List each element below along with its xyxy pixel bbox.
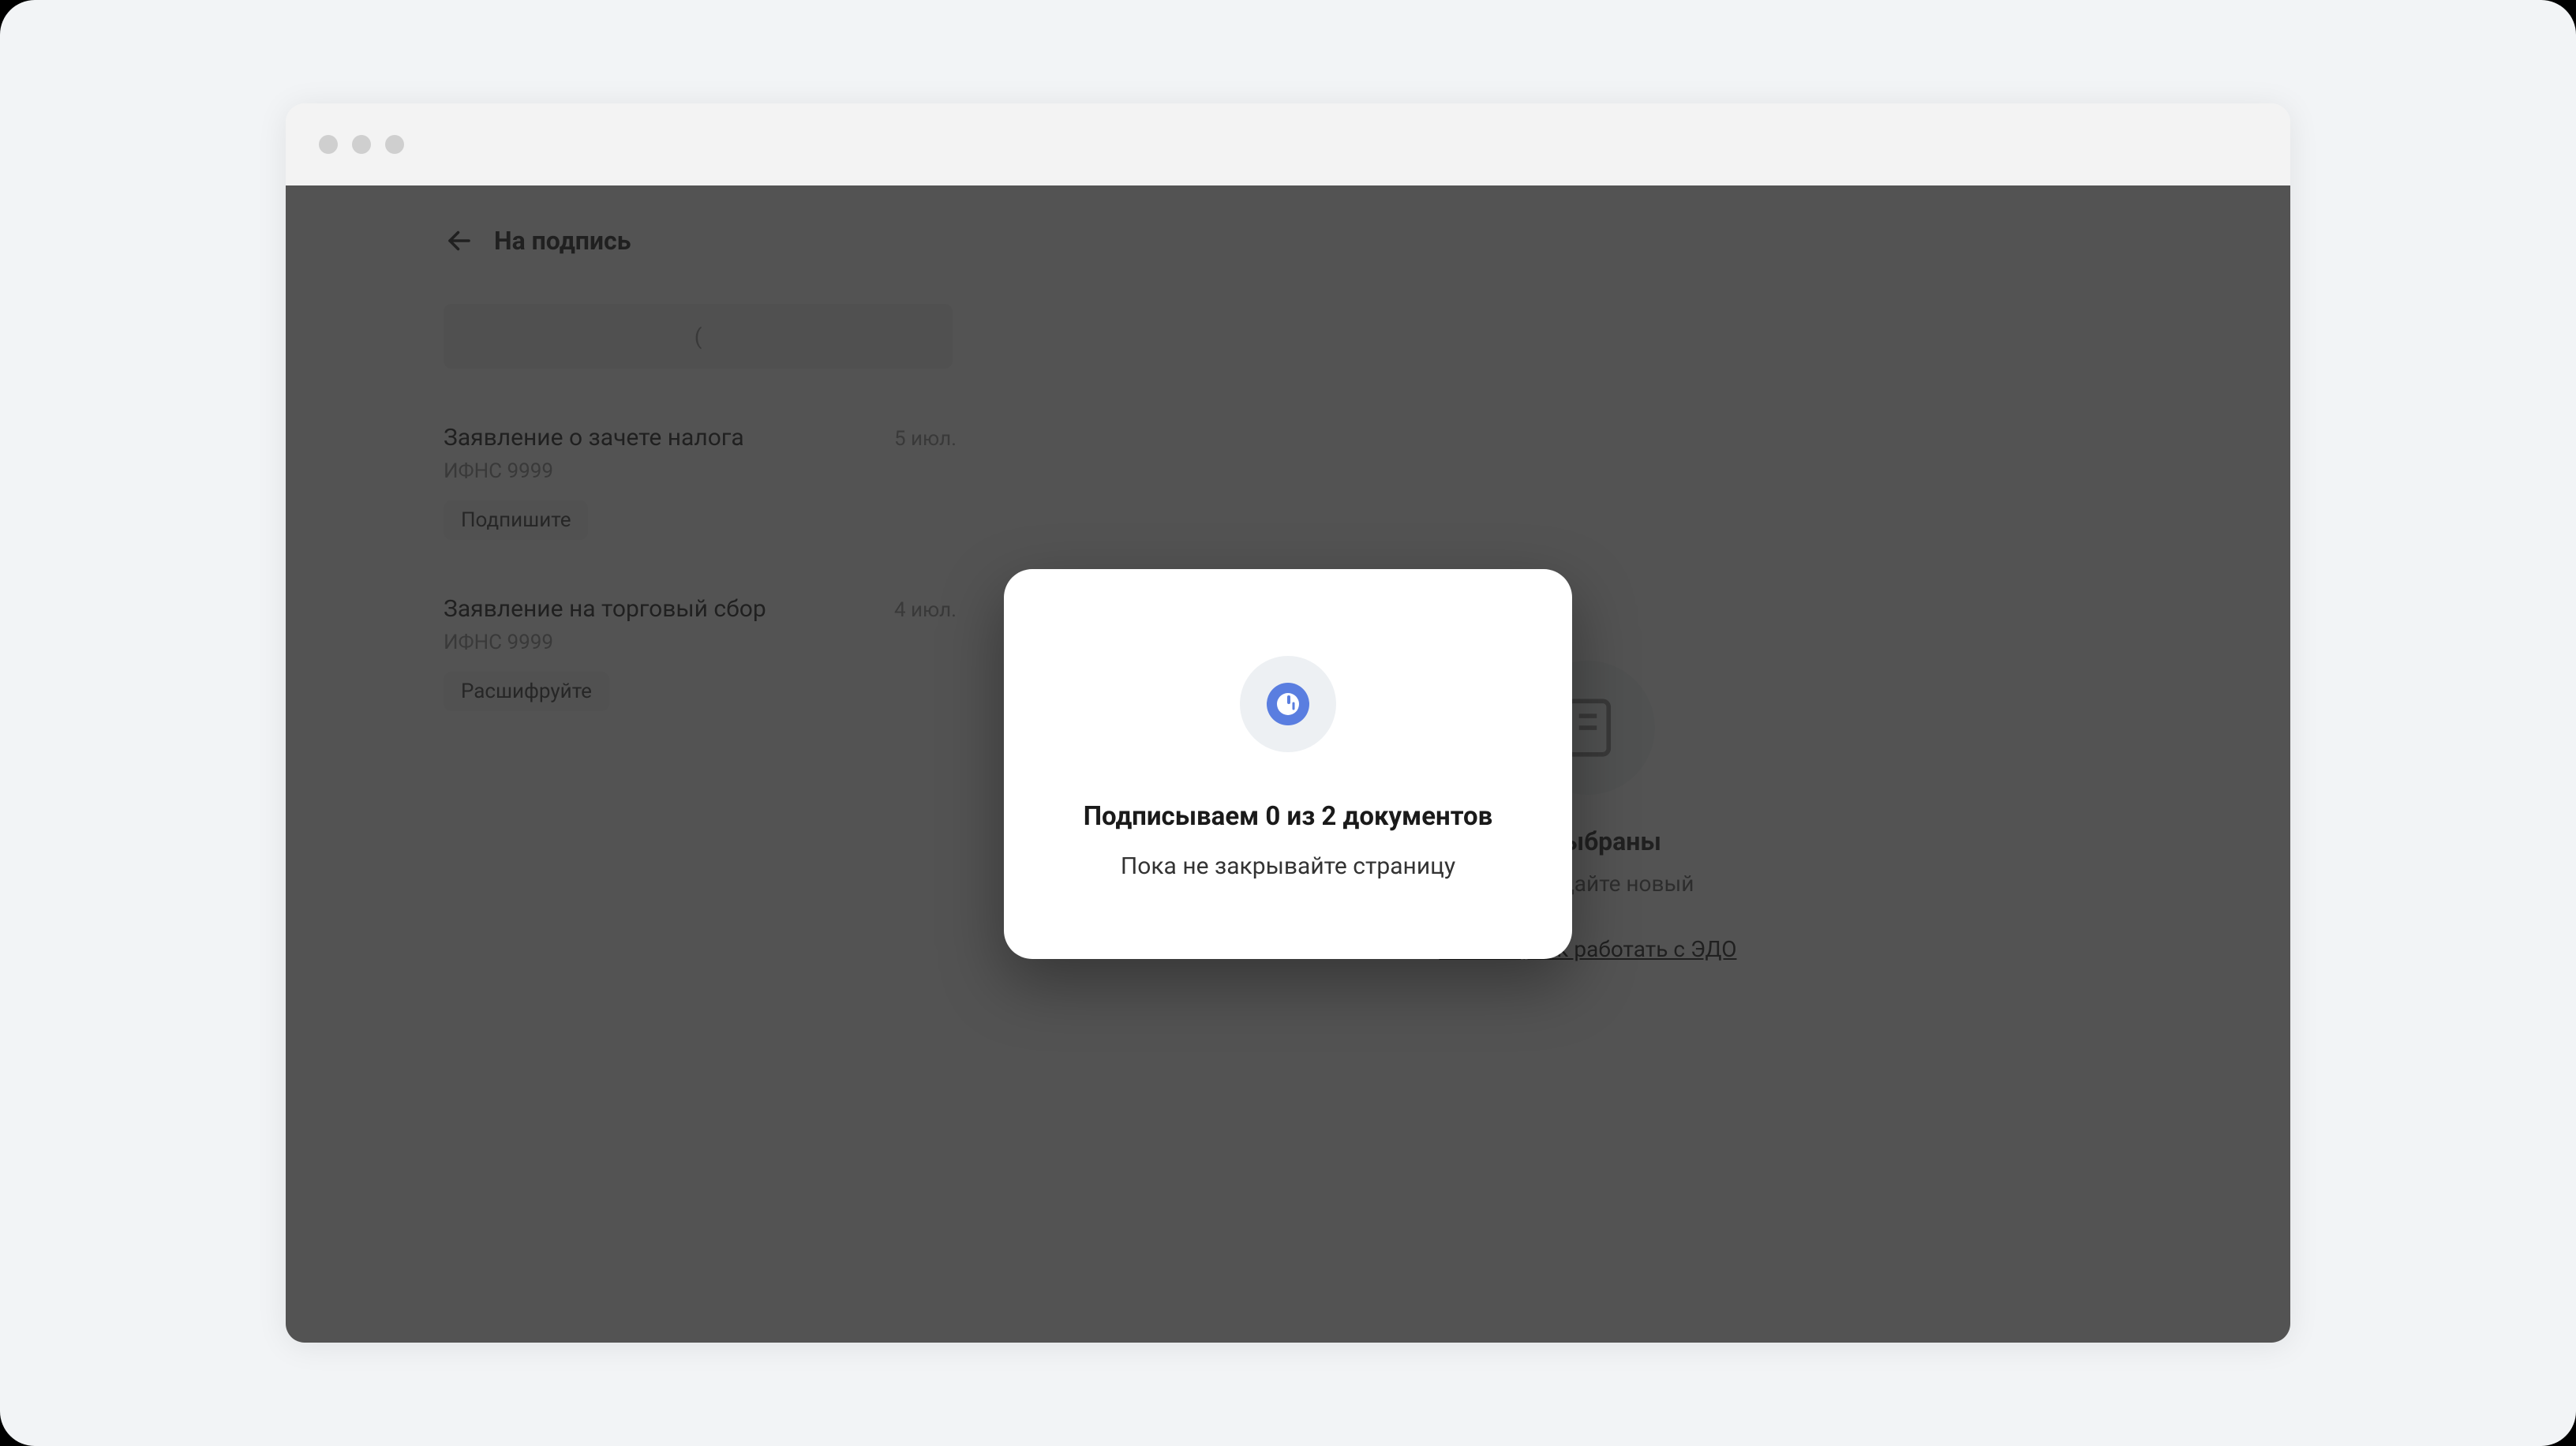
browser-window: На подпись ( Заявление о зачете налога 5…	[286, 103, 2290, 1343]
window-close-dot[interactable]	[319, 135, 338, 154]
modal-title: Подписываем 0 из 2 документов	[1051, 801, 1525, 832]
modal-icon-circle	[1240, 656, 1336, 752]
modal-subtitle: Пока не закрывайте страницу	[1051, 852, 1525, 880]
window-chrome	[286, 103, 2290, 185]
page-frame: На подпись ( Заявление о зачете налога 5…	[0, 0, 2576, 1446]
window-maximize-dot[interactable]	[385, 135, 404, 154]
window-minimize-dot[interactable]	[352, 135, 371, 154]
clock-icon	[1267, 683, 1309, 725]
window-body: На подпись ( Заявление о зачете налога 5…	[286, 185, 2290, 1343]
signing-progress-modal: Подписываем 0 из 2 документов Пока не за…	[1004, 569, 1572, 959]
